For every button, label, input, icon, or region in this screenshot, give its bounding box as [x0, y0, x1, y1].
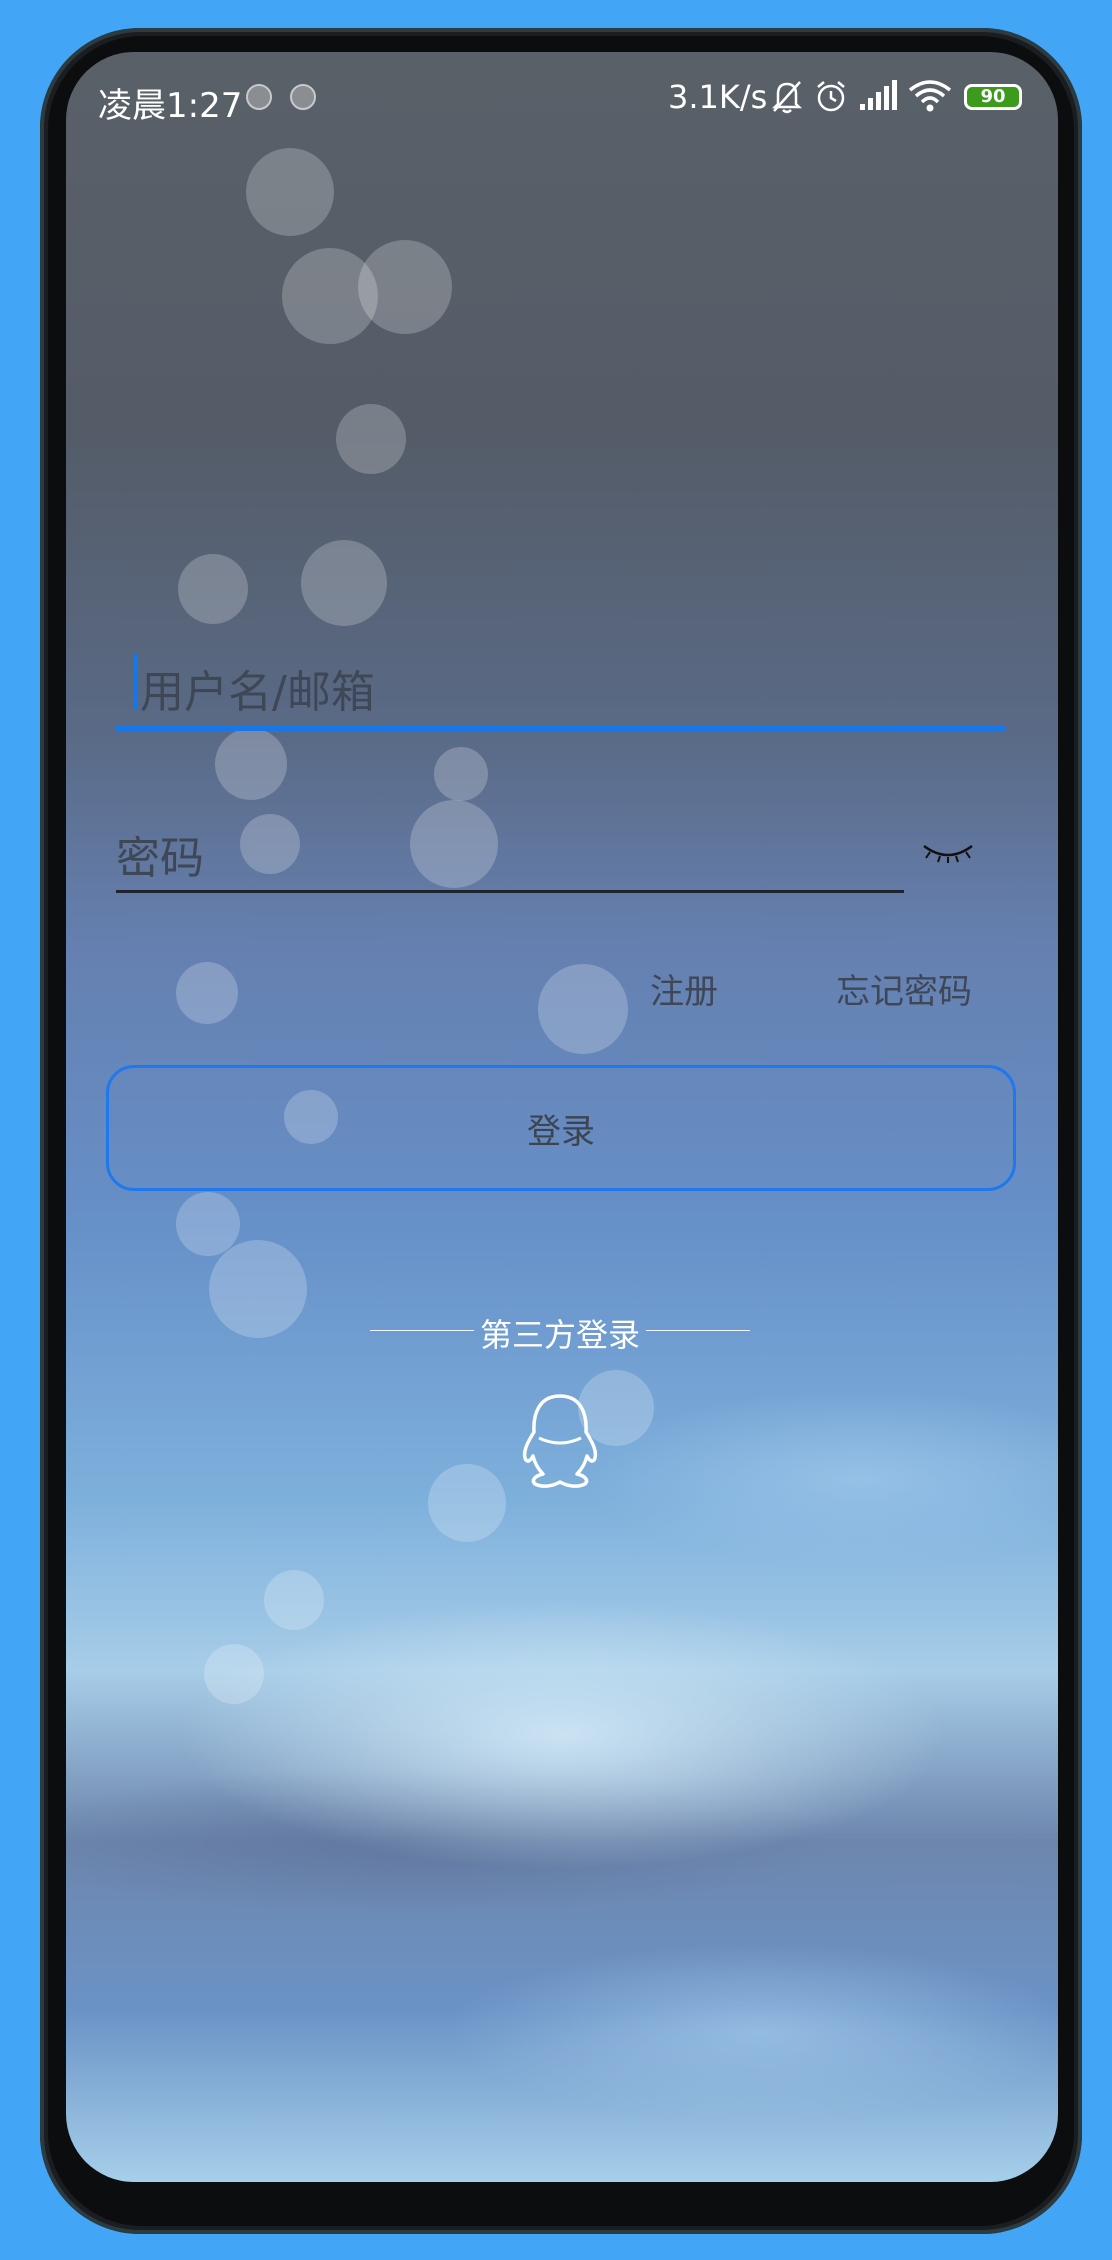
mute-bell-icon	[771, 81, 803, 114]
bokeh-bubble	[434, 747, 488, 801]
password-placeholder: 密码	[116, 833, 204, 884]
qq-penguin-icon[interactable]	[517, 1392, 603, 1492]
bokeh-bubble	[246, 148, 334, 236]
bokeh-bubble	[176, 962, 238, 1024]
cellular-signal-icon	[860, 80, 897, 110]
bokeh-bubble	[336, 404, 406, 474]
username-field[interactable]: 用户名/邮箱	[116, 644, 1006, 731]
bokeh-bubble	[178, 554, 248, 624]
battery-icon: 90	[964, 84, 1022, 110]
bokeh-bubble	[428, 1464, 506, 1542]
bokeh-bubble	[358, 240, 452, 334]
status-time: 凌晨1:27	[98, 86, 243, 126]
password-field[interactable]: 密码	[116, 808, 904, 893]
status-bar: 凌晨1:27 3.1K/s 90	[66, 52, 1058, 142]
text-caret	[134, 654, 138, 710]
bokeh-bubble	[301, 540, 387, 626]
third-party-login-heading: 第三方登录	[479, 1316, 640, 1354]
bokeh-bubble	[176, 1192, 240, 1256]
eye-closed-icon[interactable]	[920, 838, 976, 868]
bokeh-bubble	[538, 964, 628, 1054]
bokeh-bubble	[209, 1240, 307, 1338]
bokeh-bubble	[204, 1644, 264, 1704]
bokeh-bubble	[264, 1570, 324, 1630]
login-screen: 凌晨1:27 3.1K/s 90 用户名/邮箱 密码 注册 忘记密码 登录 第三…	[66, 52, 1058, 2182]
battery-level: 90	[980, 86, 1006, 107]
notification-dot-icon	[246, 84, 272, 110]
wifi-icon	[908, 80, 952, 112]
alarm-icon	[817, 81, 845, 112]
login-button[interactable]: 登录	[106, 1065, 1016, 1191]
register-link[interactable]: 注册	[650, 964, 718, 1013]
username-placeholder: 用户名/邮箱	[140, 667, 375, 718]
bokeh-bubble	[215, 728, 287, 800]
notification-dot-icon	[290, 84, 316, 110]
third-party-login-divider: 第三方登录	[370, 1310, 750, 1354]
forgot-password-link[interactable]: 忘记密码	[836, 964, 972, 1013]
network-speed: 3.1K/s	[668, 78, 768, 116]
login-button-label: 登录	[527, 1111, 595, 1152]
